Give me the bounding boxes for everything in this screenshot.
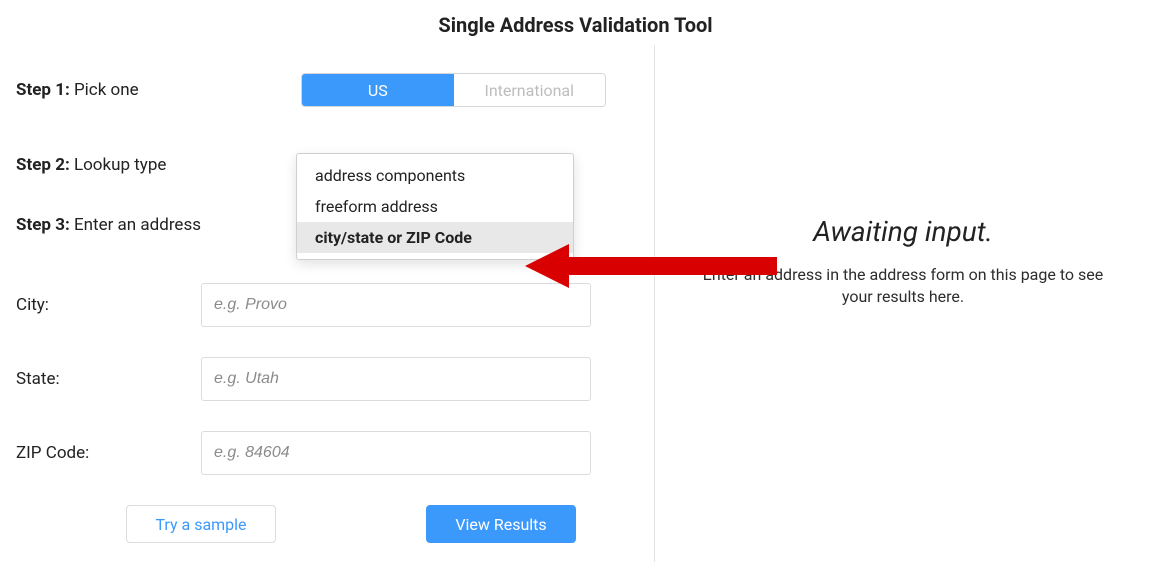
toggle-us[interactable]: US bbox=[302, 74, 454, 106]
state-row: State: bbox=[16, 357, 634, 401]
step1-text: Pick one bbox=[74, 80, 139, 100]
zip-label: ZIP Code: bbox=[16, 443, 201, 463]
step1-label: Step 1: bbox=[16, 80, 70, 100]
region-toggle: US International bbox=[301, 73, 606, 107]
awaiting-subtext: Enter an address in the address form on … bbox=[695, 264, 1111, 309]
step2-label: Step 2: bbox=[16, 155, 70, 175]
lookup-type-dropdown: address components freeform address city… bbox=[296, 153, 574, 260]
form-panel: Step 1: Pick one US International Step 2… bbox=[0, 45, 654, 562]
city-input[interactable] bbox=[201, 283, 591, 327]
lookup-option-components[interactable]: address components bbox=[297, 160, 573, 191]
step1-row: Step 1: Pick one US International bbox=[16, 73, 634, 107]
lookup-option-freeform[interactable]: freeform address bbox=[297, 191, 573, 222]
city-label: City: bbox=[16, 295, 201, 315]
step2-text: Lookup type bbox=[74, 155, 166, 175]
state-label: State: bbox=[16, 369, 201, 389]
try-sample-button[interactable]: Try a sample bbox=[126, 505, 276, 543]
step3-text: Enter an address bbox=[74, 215, 201, 235]
state-input[interactable] bbox=[201, 357, 591, 401]
awaiting-heading: Awaiting input. bbox=[695, 215, 1111, 248]
results-panel: Awaiting input. Enter an address in the … bbox=[654, 45, 1151, 562]
page-title: Single Address Validation Tool bbox=[0, 0, 1151, 45]
lookup-option-city-state-zip[interactable]: city/state or ZIP Code bbox=[297, 222, 573, 253]
city-row: City: bbox=[16, 283, 634, 327]
zip-row: ZIP Code: bbox=[16, 431, 634, 475]
zip-input[interactable] bbox=[201, 431, 591, 475]
view-results-button[interactable]: View Results bbox=[426, 505, 576, 543]
button-row: Try a sample View Results bbox=[16, 505, 634, 543]
toggle-international[interactable]: International bbox=[454, 74, 606, 106]
step3-label: Step 3: bbox=[16, 215, 70, 235]
